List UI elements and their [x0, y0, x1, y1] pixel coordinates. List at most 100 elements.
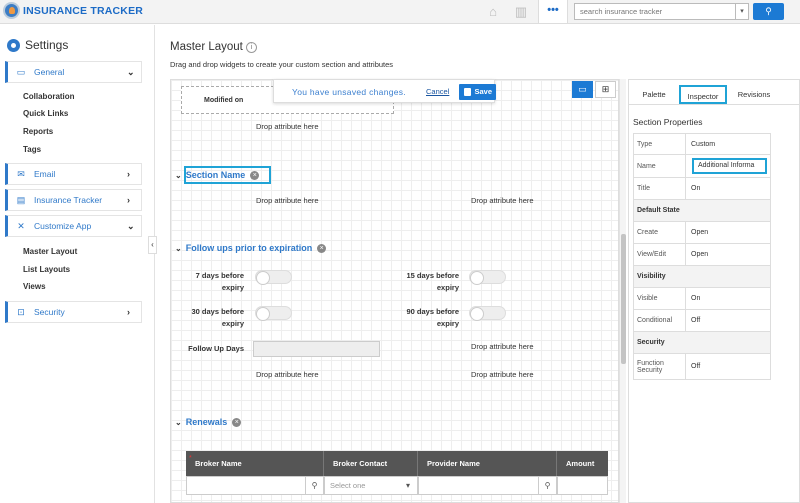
dropdown-arrow-icon[interactable]: ▾ [399, 477, 417, 494]
home-icon[interactable]: ⌂ [485, 4, 501, 20]
toggle-30-days[interactable] [255, 306, 292, 321]
save-button[interactable]: Save [459, 84, 496, 100]
property-row-conditional[interactable]: Conditional Off [633, 310, 771, 332]
property-row-view-edit[interactable]: View/Edit Open [633, 244, 771, 266]
column-header-provider-name[interactable]: Provider Name [418, 451, 557, 476]
tools-icon: ✕ [17, 220, 25, 231]
tab-palette[interactable]: Palette [632, 85, 676, 104]
broker-name-filter[interactable]: ⚲ [186, 476, 324, 495]
search-input[interactable] [574, 3, 749, 20]
search-icon[interactable]: ⚲ [538, 477, 556, 494]
tab-revisions[interactable]: Revisions [730, 85, 778, 104]
column-header-amount[interactable]: Amount [557, 451, 608, 476]
sidebar-subitem-tags[interactable]: Tags [23, 145, 41, 154]
more-dots-icon[interactable]: ••• [538, 0, 568, 23]
column-header-broker-contact[interactable]: Broker Contact [324, 451, 418, 476]
group-security: Security [633, 332, 771, 354]
remove-section-icon[interactable]: × [232, 417, 242, 427]
property-row-function-security[interactable]: Function Security Off [633, 354, 771, 380]
property-value[interactable]: On [691, 288, 700, 309]
document-icon: ▤ [16, 194, 26, 205]
drop-zone[interactable]: Drop attribute here [471, 370, 534, 379]
sidebar-item-customize-app[interactable]: ✕ Customize App ⌄ [5, 215, 142, 237]
property-row-title[interactable]: Title On [633, 178, 771, 200]
app-logo[interactable]: INSURANCE TRACKER [3, 2, 143, 19]
sidebar-subitem-quick-links[interactable]: Quick Links [23, 109, 68, 118]
chevron-down-icon[interactable]: ⌄ [175, 418, 182, 427]
amount-filter[interactable] [557, 476, 608, 495]
sidebar-item-insurance-tracker[interactable]: ▤ Insurance Tracker › [5, 189, 142, 211]
sidebar-subitem-views[interactable]: Views [23, 282, 46, 291]
sidebar-item-label: Email [34, 169, 56, 179]
property-row-visible[interactable]: Visible On [633, 288, 771, 310]
field-label: Modified on [204, 97, 244, 104]
table-header: * Broker Name Broker Contact Provider Na… [186, 451, 608, 476]
section-title[interactable]: Renewals [186, 417, 228, 427]
property-key: Name [634, 155, 686, 177]
sidebar-item-general[interactable]: ▭ General ⌄ [5, 61, 142, 83]
bar-chart-icon[interactable]: ▥ [513, 4, 529, 20]
provider-name-filter[interactable]: ⚲ [418, 476, 557, 495]
drop-zone[interactable]: Drop attribute here [471, 342, 534, 351]
app-name: INSURANCE TRACKER [23, 4, 144, 17]
property-value[interactable]: Off [691, 354, 700, 379]
renewals-table: * Broker Name Broker Contact Provider Na… [186, 451, 608, 503]
broker-contact-select[interactable]: Select one ▾ [324, 476, 418, 495]
chevron-down-icon[interactable]: ⌄ [175, 171, 182, 180]
page-title: Master Layout [170, 41, 243, 53]
toggle-7-days[interactable] [255, 270, 292, 285]
sidebar-subitem-master-layout[interactable]: Master Layout [23, 247, 77, 256]
tree-view-button[interactable]: ⊞ [595, 81, 616, 98]
tab-inspector[interactable]: Inspector [679, 85, 727, 104]
property-key: Title [634, 178, 686, 199]
section-header[interactable]: ⌄ Section Name × [175, 170, 260, 180]
settings-title: Settings [25, 38, 69, 52]
drop-zone[interactable]: Drop attribute here [256, 122, 319, 131]
search-button[interactable]: ⚲ [753, 3, 784, 20]
search-icon[interactable]: ⚲ [305, 477, 323, 494]
column-header-broker-name[interactable]: Broker Name [186, 451, 324, 476]
sidebar-subitem-collaboration[interactable]: Collaboration [23, 92, 75, 101]
property-value[interactable]: On [691, 178, 700, 199]
chevron-down-icon: ⌄ [127, 66, 135, 77]
property-row-type: Type Custom [633, 133, 771, 155]
property-value[interactable]: Open [691, 222, 708, 243]
section-header[interactable]: ⌄ Follow ups prior to expiration × [175, 243, 327, 253]
sidebar-item-security[interactable]: ⊡ Security › [5, 301, 142, 323]
chevron-right-icon: › [127, 195, 130, 205]
remove-section-icon[interactable]: × [317, 243, 327, 253]
chevron-down-icon[interactable]: ⌄ [175, 244, 182, 253]
search-dropdown-icon[interactable]: ▾ [735, 3, 749, 20]
chevron-right-icon: › [127, 307, 130, 317]
canvas-scrollbar[interactable] [619, 79, 626, 503]
toggle-15-days[interactable] [469, 270, 506, 285]
sidebar-collapse-toggle[interactable]: ‹ [148, 236, 157, 254]
follow-up-days-input[interactable] [253, 341, 380, 357]
property-key: View/Edit [634, 244, 686, 265]
property-row-name: Name Additional Informa [633, 155, 771, 178]
field-label-30-days: 30 days before expiry [191, 307, 244, 328]
drop-zone[interactable]: Drop attribute here [471, 196, 534, 205]
desktop-view-button[interactable]: ▭ [572, 81, 593, 98]
scrollbar-thumb[interactable] [621, 234, 626, 364]
sitemap-icon: ⊞ [601, 84, 610, 94]
sidebar-item-label: Customize App [34, 221, 92, 231]
remove-section-icon[interactable]: × [250, 170, 260, 180]
property-value[interactable]: Off [691, 310, 700, 331]
top-bar: INSURANCE TRACKER ⌂ ▥ ••• ▾ ⚲ [0, 0, 800, 24]
section-title[interactable]: Follow ups prior to expiration [186, 243, 313, 253]
drop-zone[interactable]: Drop attribute here [256, 370, 319, 379]
info-icon[interactable]: i [246, 42, 257, 53]
drop-zone[interactable]: Drop attribute here [256, 196, 319, 205]
sidebar-item-email[interactable]: ✉ Email › [5, 163, 142, 185]
cancel-link[interactable]: Cancel [426, 87, 449, 96]
property-key: Create [634, 222, 686, 243]
section-title[interactable]: Section Name [186, 170, 246, 180]
section-header[interactable]: ⌄ Renewals × [175, 417, 242, 427]
property-value[interactable]: Open [691, 244, 708, 265]
property-row-create[interactable]: Create Open [633, 222, 771, 244]
sidebar-subitem-reports[interactable]: Reports [23, 127, 53, 136]
section-name-input[interactable]: Additional Informa [692, 158, 767, 174]
sidebar-subitem-list-layouts[interactable]: List Layouts [23, 265, 70, 274]
toggle-90-days[interactable] [469, 306, 506, 321]
